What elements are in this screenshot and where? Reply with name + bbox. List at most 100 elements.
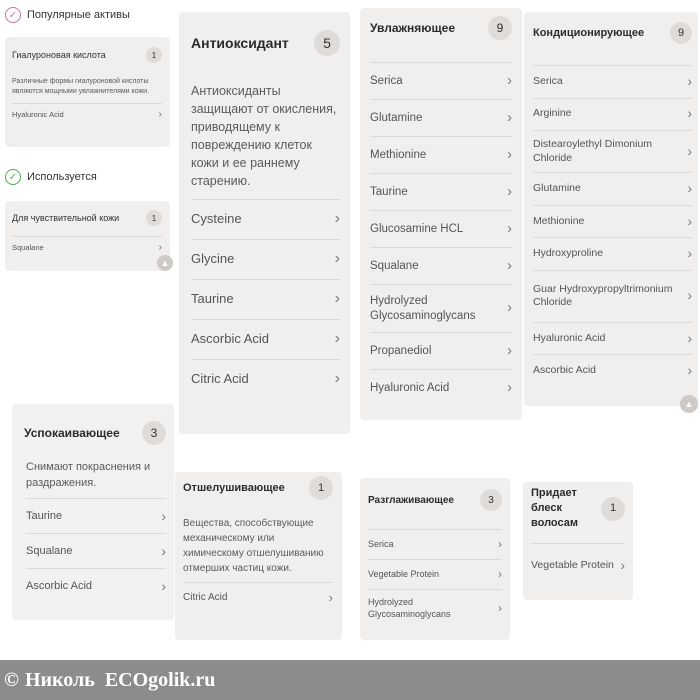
scroll-up-button[interactable]: ▲ xyxy=(680,395,698,413)
ingredient-label: Arginine xyxy=(533,107,572,120)
ingredient-row[interactable]: Vegetable Protein › xyxy=(531,543,625,587)
ingredient-label: Serica xyxy=(533,74,563,87)
conditioning-card[interactable]: Кондиционирующее 9 Serica › Arginine › Diste… xyxy=(524,12,698,406)
ingredient-row[interactable]: Methionine › xyxy=(533,204,692,238)
chevron-right-icon: › xyxy=(507,257,512,274)
ingredient-row[interactable]: Hyaluronic Acid › xyxy=(533,321,693,355)
hair-shine-card[interactable]: Придает блеск волосам 1 Vegetable Protei… xyxy=(523,482,633,600)
chevron-right-icon: › xyxy=(161,507,166,524)
ingredient-label: Taurine xyxy=(370,185,408,198)
ingredient-row[interactable]: Squalane › xyxy=(370,247,512,284)
ingredient-row[interactable]: Hydrolyzed Glycosaminoglycans › xyxy=(370,284,512,332)
ingredient-row[interactable]: Taurine › xyxy=(191,279,340,319)
chevron-right-icon: › xyxy=(507,183,512,200)
ingredient-row[interactable]: Distearoylethyl Dimonium Chloride › xyxy=(533,130,692,172)
count-badge: 1 xyxy=(601,496,625,521)
hyaluronic-card[interactable]: Гиалуроновая кислота 1 Различные формы г… xyxy=(5,37,170,147)
chevron-right-icon: › xyxy=(687,246,693,262)
chevron-right-icon: › xyxy=(687,73,693,89)
sensitive-skin-card[interactable]: Для чувствительной кожи 1 Squalane › xyxy=(5,201,170,271)
ingredient-label: Ascorbic Acid xyxy=(191,331,270,347)
ingredient-row[interactable]: Vegetable Protein › xyxy=(368,559,502,589)
copyright-icon: © xyxy=(4,668,19,691)
ingredient-label: Serica xyxy=(370,74,403,87)
ingredient-row[interactable]: Squalane › xyxy=(26,533,166,568)
chevron-right-icon: › xyxy=(687,106,693,122)
ingredient-row[interactable]: Ascorbic Acid › xyxy=(533,354,692,387)
chevron-right-icon: › xyxy=(334,210,340,228)
ingredient-label: Taurine xyxy=(191,291,234,307)
ingredient-label: Ascorbic Acid xyxy=(533,364,597,377)
chevron-right-icon: › xyxy=(507,109,512,126)
ingredient-row[interactable]: Squalane › xyxy=(12,236,162,258)
ingredient-label: Citric Acid xyxy=(191,371,249,387)
ingredient-row[interactable]: Citric Acid › xyxy=(183,582,333,612)
chevron-right-icon: › xyxy=(498,601,502,616)
ingredient-row[interactable]: Hydroxyproline › xyxy=(533,237,692,270)
ingredient-row[interactable]: Glutamine › xyxy=(370,99,512,136)
ingredient-label: Citric Acid xyxy=(183,592,228,603)
ingredient-row[interactable]: Propanediol › xyxy=(370,332,512,369)
card-description: Антиоксиданты защищают от окисления, при… xyxy=(191,84,337,188)
ingredient-label: Taurine xyxy=(26,509,63,522)
used-section-title: Используется xyxy=(27,171,97,183)
ingredient-row[interactable]: Hyaluronic Acid › xyxy=(370,369,512,406)
ingredient-label: Cysteine xyxy=(191,211,242,227)
card-description: Снимают покраснения и раздражения. xyxy=(26,461,151,489)
ingredient-label: Hydroxyproline xyxy=(533,247,604,260)
chevron-right-icon: › xyxy=(620,557,626,573)
chevron-right-icon: › xyxy=(507,220,512,237)
ingredient-row[interactable]: Ascorbic Acid › xyxy=(26,568,166,603)
ingredient-label: Hyaluronic Acid xyxy=(533,331,606,344)
ingredient-row[interactable]: Taurine › xyxy=(370,173,512,210)
card-title: Успокаивающее xyxy=(24,426,120,440)
ingredient-label: Squalane xyxy=(12,242,44,252)
ingredient-row[interactable]: Serica › xyxy=(368,529,502,559)
ingredient-row[interactable]: Ascorbic Acid › xyxy=(191,319,340,359)
chevron-right-icon: › xyxy=(334,370,340,388)
ingredient-label: Methionine xyxy=(533,214,585,227)
ingredient-row[interactable]: Guar Hydroxypropyltrimonium Chloride › xyxy=(533,269,692,322)
popular-section-title: Популярные активы xyxy=(27,9,130,21)
ingredient-row[interactable]: Cysteine › xyxy=(191,199,340,239)
chevron-right-icon: › xyxy=(161,542,166,559)
chevron-right-icon: › xyxy=(334,250,340,268)
ingredient-row[interactable]: Serica › xyxy=(533,65,692,98)
chevron-right-icon: › xyxy=(687,143,693,159)
card-title: Антиоксидант xyxy=(191,35,289,51)
ingredient-label: Glycine xyxy=(191,251,235,267)
ingredient-row[interactable]: Hyaluronic Acid › xyxy=(12,103,162,125)
used-section-header: ✓ Используется xyxy=(5,169,97,185)
ingredient-row[interactable]: Taurine › xyxy=(26,498,166,533)
exfoliating-card[interactable]: Отшелушивающее 1 Вещества, способствующи… xyxy=(175,472,342,640)
chevron-right-icon: › xyxy=(498,536,502,551)
ingredient-row[interactable]: Glycine › xyxy=(191,239,340,279)
ingredient-row[interactable]: Arginine › xyxy=(533,97,693,131)
ingredient-row[interactable]: Methionine › xyxy=(370,136,512,173)
ingredient-label: Hyaluronic Acid xyxy=(370,381,450,394)
ingredient-row[interactable]: Serica › xyxy=(370,62,512,99)
chevron-right-icon: › xyxy=(687,363,693,379)
ingredient-label: Hyaluronic Acid xyxy=(12,109,64,119)
ingredient-row[interactable]: Hydrolyzed Glycosaminoglycans › xyxy=(368,589,502,628)
watermark-bar: © Николь ECOgolik.ru xyxy=(0,660,700,700)
soothing-card[interactable]: Успокаивающее 3 Снимают покраснения и ра… xyxy=(12,404,174,620)
smoothing-card[interactable]: Разглаживающее 3 Serica › Vegetable Protei… xyxy=(360,478,510,640)
ingredient-label: Methionine xyxy=(370,148,427,161)
chevron-right-icon: › xyxy=(687,330,693,346)
card-title: Гиалуроновая кислота xyxy=(12,50,106,60)
ingredient-label: Hydrolyzed Glycosaminoglycans xyxy=(370,294,476,322)
count-badge: 9 xyxy=(488,16,512,40)
chevron-right-icon: › xyxy=(158,240,163,253)
ingredient-row[interactable]: Citric Acid › xyxy=(191,359,340,399)
ingredient-label: Glutamine xyxy=(370,111,423,124)
ingredient-row[interactable]: Glucosamine HCL › xyxy=(370,210,512,247)
chevron-right-icon: › xyxy=(507,72,512,89)
ingredient-row[interactable]: Glutamine › xyxy=(533,172,692,205)
antioxidant-card[interactable]: Антиоксидант 5 Антиоксиданты защищают от… xyxy=(179,12,350,434)
moisturizing-card[interactable]: Увлажняющее 9 Serica › Glutamine › Methionin… xyxy=(360,8,522,420)
ingredient-label: Hydrolyzed Glycosaminoglycans xyxy=(368,597,451,619)
scroll-up-button[interactable]: ▲ xyxy=(157,255,173,271)
count-badge: 1 xyxy=(146,210,162,226)
chevron-right-icon: › xyxy=(507,146,512,163)
